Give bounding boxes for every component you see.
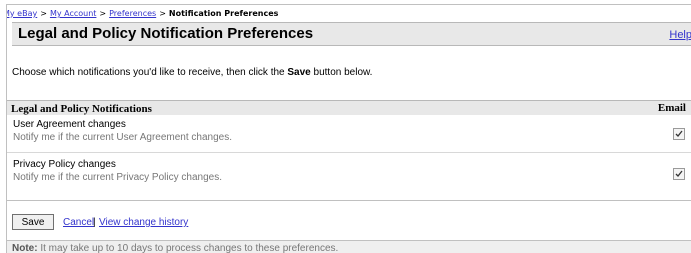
preferences-page: My eBay > My Account > Preferences > Notificat… xyxy=(6,4,691,253)
checkmark-icon xyxy=(675,130,683,137)
preference-name: User Agreement changes xyxy=(13,119,126,130)
page-title-bar: Legal and Policy Notification Preference… xyxy=(12,22,691,46)
breadcrumb-my-ebay-link[interactable]: My eBay xyxy=(7,9,37,18)
note-bar: Note: It may take up to 10 days to proce… xyxy=(7,240,691,253)
email-checkbox-privacy-policy[interactable] xyxy=(673,168,685,180)
instructions-text-end: button below. xyxy=(310,67,373,78)
preference-description: Notify me if the current Privacy Policy … xyxy=(13,172,222,183)
preference-row-privacy-policy: Privacy Policy changes Notify me if the … xyxy=(7,152,691,186)
breadcrumb-current: Notification Preferences xyxy=(168,9,279,18)
page-title: Legal and Policy Notification Preference… xyxy=(18,25,314,42)
view-change-history-link[interactable]: View change history xyxy=(99,217,188,228)
breadcrumb-separator: > xyxy=(159,9,166,18)
breadcrumb-my-account-link[interactable]: My Account xyxy=(50,9,96,18)
instructions-text-start: Choose which notifications you'd like to… xyxy=(12,67,288,78)
instructions-save-word: Save xyxy=(287,67,311,78)
email-checkbox-user-agreement[interactable] xyxy=(673,128,685,140)
preference-description: Notify me if the current User Agreement … xyxy=(13,132,232,143)
cancel-link[interactable]: Cancel xyxy=(63,217,94,228)
help-link[interactable]: Help xyxy=(669,29,691,41)
preference-row-user-agreement: User Agreement changes Notify me if the … xyxy=(7,116,691,149)
section-header: Legal and Policy Notifications Email xyxy=(7,100,691,115)
save-button[interactable]: Save xyxy=(12,214,54,230)
email-column-header: Email xyxy=(657,102,686,114)
link-separator: | xyxy=(93,217,96,228)
breadcrumb: My eBay > My Account > Preferences > Notificat… xyxy=(7,8,282,22)
divider xyxy=(7,200,691,201)
checkmark-icon xyxy=(675,170,683,177)
instructions-text: Choose which notifications you'd like to… xyxy=(12,67,372,78)
breadcrumb-preferences-link[interactable]: Preferences xyxy=(109,9,156,18)
preference-name: Privacy Policy changes xyxy=(13,159,116,170)
breadcrumb-separator: > xyxy=(40,9,47,18)
section-title: Legal and Policy Notifications xyxy=(11,103,152,115)
breadcrumb-separator: > xyxy=(99,9,107,18)
